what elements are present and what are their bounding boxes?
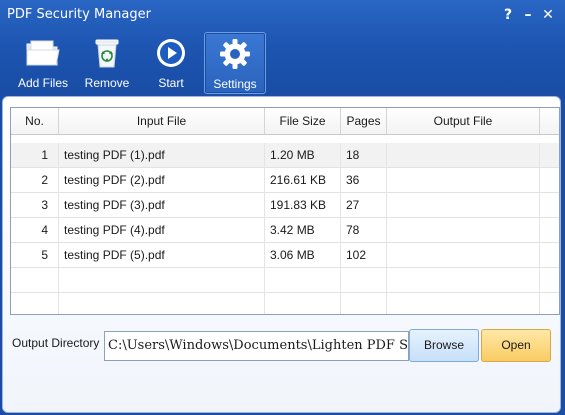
cell-no: 5 [11,243,59,268]
table-row[interactable]: 3 testing PDF (3).pdf 191.83 KB 27 [11,193,559,218]
open-button[interactable]: Open [481,329,551,362]
table-row[interactable]: 1 testing PDF (1).pdf 1.20 MB 18 [11,143,559,168]
help-button[interactable]: ? [498,5,518,25]
table-row[interactable]: 5 testing PDF (5).pdf 3.06 MB 102 [11,243,559,268]
cell-no: 3 [11,193,59,218]
recycle-bin-icon [87,36,127,70]
cell-file-size: 1.20 MB [265,143,341,168]
add-files-label: Add Files [17,76,69,90]
settings-button[interactable]: Settings [204,32,266,94]
cell-output-file [387,168,540,193]
cell-pages: 18 [341,143,387,168]
cell-no: 4 [11,218,59,243]
cell-pages: 78 [341,218,387,243]
column-header-pages[interactable]: Pages [341,108,387,135]
cell-input-file: testing PDF (3).pdf [59,193,265,218]
browse-button[interactable]: Browse [409,329,479,362]
cell-output-file [387,143,540,168]
cell-pages: 102 [341,243,387,268]
start-label: Start [158,76,184,90]
main-panel: No. Input File File Size Pages Output Fi… [2,96,561,413]
column-header-file-size[interactable]: File Size [265,108,341,135]
cell-output-file [387,193,540,218]
table-row[interactable]: 4 testing PDF (4).pdf 3.42 MB 78 [11,218,559,243]
cell-input-file: testing PDF (5).pdf [59,243,265,268]
remove-button[interactable]: Remove [76,32,138,94]
cell-pages: 27 [341,193,387,218]
empty-row [11,293,559,314]
cell-input-file: testing PDF (1).pdf [59,143,265,168]
cell-input-file: testing PDF (2).pdf [59,168,265,193]
play-icon [151,36,191,70]
cell-file-size: 3.06 MB [265,243,341,268]
cell-file-size: 3.42 MB [265,218,341,243]
cell-file-size: 216.61 KB [265,168,341,193]
window-title: PDF Security Manager [7,7,151,22]
cell-output-file [387,243,540,268]
start-button[interactable]: Start [140,32,202,94]
column-header-output-file[interactable]: Output File [387,108,540,135]
cell-output-file [387,218,540,243]
column-header-no[interactable]: No. [11,108,59,135]
output-directory-label: Output Directory [12,336,100,350]
file-table[interactable]: No. Input File File Size Pages Output Fi… [10,107,560,315]
close-button[interactable]: ✕ [538,5,558,25]
folder-icon [23,36,63,70]
title-bar: PDF Security Manager ? – ✕ [0,0,565,30]
table-header: No. Input File File Size Pages Output Fi… [11,108,559,135]
empty-row [11,268,559,293]
gear-icon [215,37,255,71]
table-row[interactable]: 2 testing PDF (2).pdf 216.61 KB 36 [11,168,559,193]
remove-label: Remove [84,76,130,90]
add-files-button[interactable]: Add Files [12,32,74,94]
minimize-button[interactable]: – [518,5,538,25]
output-directory-field[interactable]: C:\Users\Windows\Documents\Lighten PDF S… [104,331,409,361]
cell-file-size: 191.83 KB [265,193,341,218]
toolbar: Add Files Remove Start Settings [0,30,565,96]
app-window: PDF Security Manager ? – ✕ Add Files Rem… [0,0,565,415]
settings-label: Settings [213,77,257,91]
cell-input-file: testing PDF (4).pdf [59,218,265,243]
cell-pages: 36 [341,168,387,193]
cell-no: 2 [11,168,59,193]
cell-no: 1 [11,143,59,168]
column-header-input-file[interactable]: Input File [59,108,265,135]
